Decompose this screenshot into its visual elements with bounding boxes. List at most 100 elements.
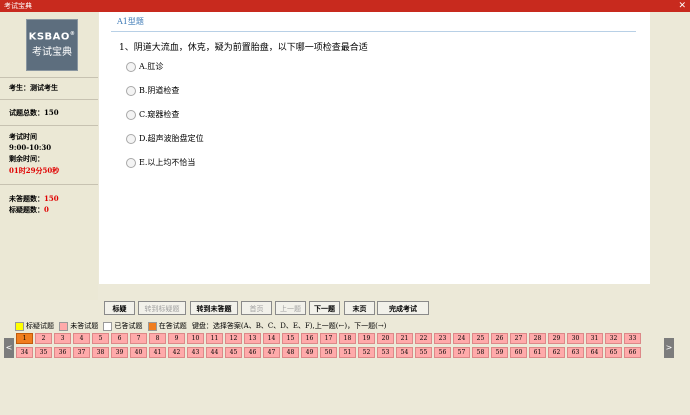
question-cell[interactable]: 4 (73, 333, 90, 344)
question-cell[interactable]: 35 (35, 347, 52, 358)
question-cell[interactable]: 27 (510, 333, 527, 344)
option-a[interactable]: A.肛诊 (126, 61, 163, 72)
question-cell[interactable]: 49 (301, 347, 318, 358)
question-cell[interactable]: 54 (396, 347, 413, 358)
question-cell[interactable]: 65 (605, 347, 622, 358)
question-cell[interactable]: 50 (320, 347, 337, 358)
radio-icon[interactable] (126, 110, 136, 120)
question-cell[interactable]: 41 (149, 347, 166, 358)
question-cell[interactable]: 13 (244, 333, 261, 344)
question-cell[interactable]: 44 (206, 347, 223, 358)
prev-button[interactable]: 上一题 (275, 301, 306, 315)
question-cell[interactable]: 8 (149, 333, 166, 344)
question-cell[interactable]: 33 (624, 333, 641, 344)
question-cell[interactable]: 26 (491, 333, 508, 344)
radio-icon[interactable] (126, 158, 136, 168)
remaining-time-value: 01时29分50秒 (9, 166, 60, 175)
question-cell[interactable]: 19 (358, 333, 375, 344)
logo: KSBAO® 考试宝典 (26, 19, 78, 71)
question-cell[interactable]: 23 (434, 333, 451, 344)
radio-icon[interactable] (126, 62, 136, 72)
question-cell[interactable]: 42 (168, 347, 185, 358)
question-cell[interactable]: 15 (282, 333, 299, 344)
question-cell[interactable]: 39 (111, 347, 128, 358)
question-cell[interactable]: 1 (16, 333, 33, 344)
question-cell[interactable]: 30 (567, 333, 584, 344)
question-cell[interactable]: 62 (548, 347, 565, 358)
question-cell[interactable]: 25 (472, 333, 489, 344)
question-cell[interactable]: 64 (586, 347, 603, 358)
question-cell[interactable]: 9 (168, 333, 185, 344)
question-cell[interactable]: 10 (187, 333, 204, 344)
divider (111, 31, 636, 32)
question-cell[interactable]: 17 (320, 333, 337, 344)
marked-count-label: 标疑题数： (9, 205, 44, 214)
question-cell[interactable]: 34 (16, 347, 33, 358)
scroll-left-button[interactable]: < (4, 338, 14, 358)
scroll-right-button[interactable]: > (664, 338, 674, 358)
question-cell[interactable]: 53 (377, 347, 394, 358)
close-icon[interactable]: ✕ (678, 0, 686, 12)
question-grid: 1 2 3 4 5 6 7 8 9 10 11 12 13 14 15 16 17 18 19 20 21 22 23 24 2… (16, 333, 646, 363)
question-cell[interactable]: 59 (491, 347, 508, 358)
goto-marked-button[interactable]: 转到标疑题 (138, 301, 186, 315)
question-cell[interactable]: 21 (396, 333, 413, 344)
question-cell[interactable]: 6 (111, 333, 128, 344)
question-cell[interactable]: 56 (434, 347, 451, 358)
legend-unanswered: 未答试题 (70, 322, 99, 330)
goto-unanswered-button[interactable]: 转到未答题 (190, 301, 238, 315)
option-d[interactable]: D.超声波胎盘定位 (126, 133, 204, 144)
question-cell[interactable]: 51 (339, 347, 356, 358)
question-cell[interactable]: 55 (415, 347, 432, 358)
question-cell[interactable]: 16 (301, 333, 318, 344)
question-cell[interactable]: 61 (529, 347, 546, 358)
question-cell[interactable]: 3 (54, 333, 71, 344)
question-cell[interactable]: 37 (73, 347, 90, 358)
mark-button[interactable]: 标疑 (104, 301, 135, 315)
question-cell[interactable]: 14 (263, 333, 280, 344)
next-button[interactable]: 下一题 (309, 301, 340, 315)
question-cell[interactable]: 29 (548, 333, 565, 344)
toolbar: 标疑 转到标疑题 转到未答题 首页 上一题 下一题 末页 完成考试 (0, 301, 690, 317)
question-cell[interactable]: 31 (586, 333, 603, 344)
question-cell[interactable]: 45 (225, 347, 242, 358)
question-cell[interactable]: 32 (605, 333, 622, 344)
question-cell[interactable]: 66 (624, 347, 641, 358)
question-cell[interactable]: 46 (244, 347, 261, 358)
question-cell[interactable]: 58 (472, 347, 489, 358)
option-b[interactable]: B.阴道检查 (126, 85, 179, 96)
question-cell[interactable]: 40 (130, 347, 147, 358)
question-cell[interactable]: 2 (35, 333, 52, 344)
question-cell[interactable]: 57 (453, 347, 470, 358)
question-cell[interactable]: 20 (377, 333, 394, 344)
question-cell[interactable]: 36 (54, 347, 71, 358)
question-panel: A1型题 1、阴道大流血，休克，疑为前置胎盘，以下哪一项检查最合适 A.肛诊 B… (99, 12, 650, 284)
question-cell[interactable]: 12 (225, 333, 242, 344)
divider (0, 125, 98, 126)
question-cell[interactable]: 18 (339, 333, 356, 344)
question-cell[interactable]: 48 (282, 347, 299, 358)
question-cell[interactable]: 5 (92, 333, 109, 344)
last-page-button[interactable]: 末页 (344, 301, 375, 315)
question-cell[interactable]: 11 (206, 333, 223, 344)
question-cell[interactable]: 28 (529, 333, 546, 344)
question-cell[interactable]: 52 (358, 347, 375, 358)
legend-answered: 已答试题 (114, 322, 143, 330)
unanswered-swatch (59, 321, 69, 331)
question-cell[interactable]: 22 (415, 333, 432, 344)
question-cell[interactable]: 47 (263, 347, 280, 358)
radio-icon[interactable] (126, 86, 136, 96)
question-cell[interactable]: 63 (567, 347, 584, 358)
option-c[interactable]: C.窥器检查 (126, 109, 179, 120)
radio-icon[interactable] (126, 134, 136, 144)
exam-time-label: 考试时间 (9, 132, 37, 141)
option-e[interactable]: E.以上均不恰当 (126, 157, 195, 168)
question-cell[interactable]: 24 (453, 333, 470, 344)
finish-exam-button[interactable]: 完成考试 (377, 301, 429, 315)
question-cell[interactable]: 43 (187, 347, 204, 358)
first-page-button[interactable]: 首页 (241, 301, 272, 315)
question-cell[interactable]: 38 (92, 347, 109, 358)
question-cell[interactable]: 7 (130, 333, 147, 344)
question-cell[interactable]: 60 (510, 347, 527, 358)
legend: 标疑试题 未答试题 已答试题 在答试题 键盘：选择答案(A、B、C、D、E、F)… (15, 321, 386, 331)
